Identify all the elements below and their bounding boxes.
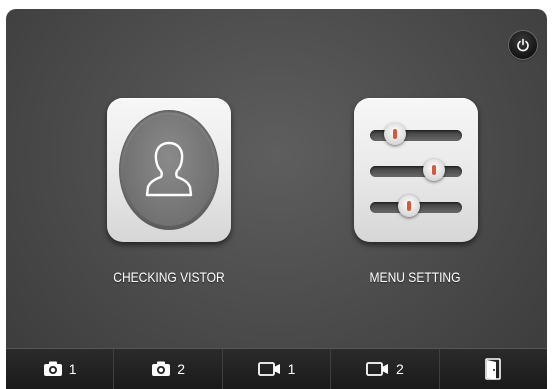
menu-setting-button[interactable] (354, 98, 478, 242)
door-icon (485, 358, 502, 380)
power-icon (517, 38, 529, 52)
camera-1-number: 1 (68, 361, 77, 377)
video-2-button[interactable]: 2 (331, 349, 440, 389)
power-button[interactable] (509, 31, 537, 59)
video-icon (366, 362, 389, 376)
camera-2-number: 2 (177, 361, 185, 377)
checking-visitor-label: CHECKING VISTOR (113, 269, 225, 285)
camera-2-button[interactable]: 2 (114, 349, 223, 389)
visitor-avatar-frame (119, 110, 219, 230)
menu-setting-label: MENU SETTING (369, 269, 461, 285)
camera-1-button[interactable]: 1 (6, 349, 115, 389)
door-button[interactable] (440, 349, 547, 389)
bottom-toolbar: 1 2 1 2 (6, 348, 547, 389)
settings-slider-3 (370, 195, 462, 217)
slider-knob (422, 159, 445, 181)
video-1-button[interactable]: 1 (223, 349, 332, 389)
camera-icon (152, 361, 171, 376)
checking-visitor-button[interactable] (107, 98, 231, 242)
video-1-number: 1 (287, 361, 296, 377)
camera-icon (43, 361, 62, 376)
intercom-screen: CHECKING VISTOR MENU SETTING 1 2 1 2 (6, 9, 547, 389)
settings-slider-1 (370, 123, 462, 145)
video-icon (257, 362, 280, 376)
slider-knob (384, 123, 406, 145)
slider-knob (398, 195, 420, 217)
settings-slider-2 (370, 159, 462, 181)
video-2-number: 2 (396, 361, 404, 377)
person-icon (145, 141, 193, 197)
